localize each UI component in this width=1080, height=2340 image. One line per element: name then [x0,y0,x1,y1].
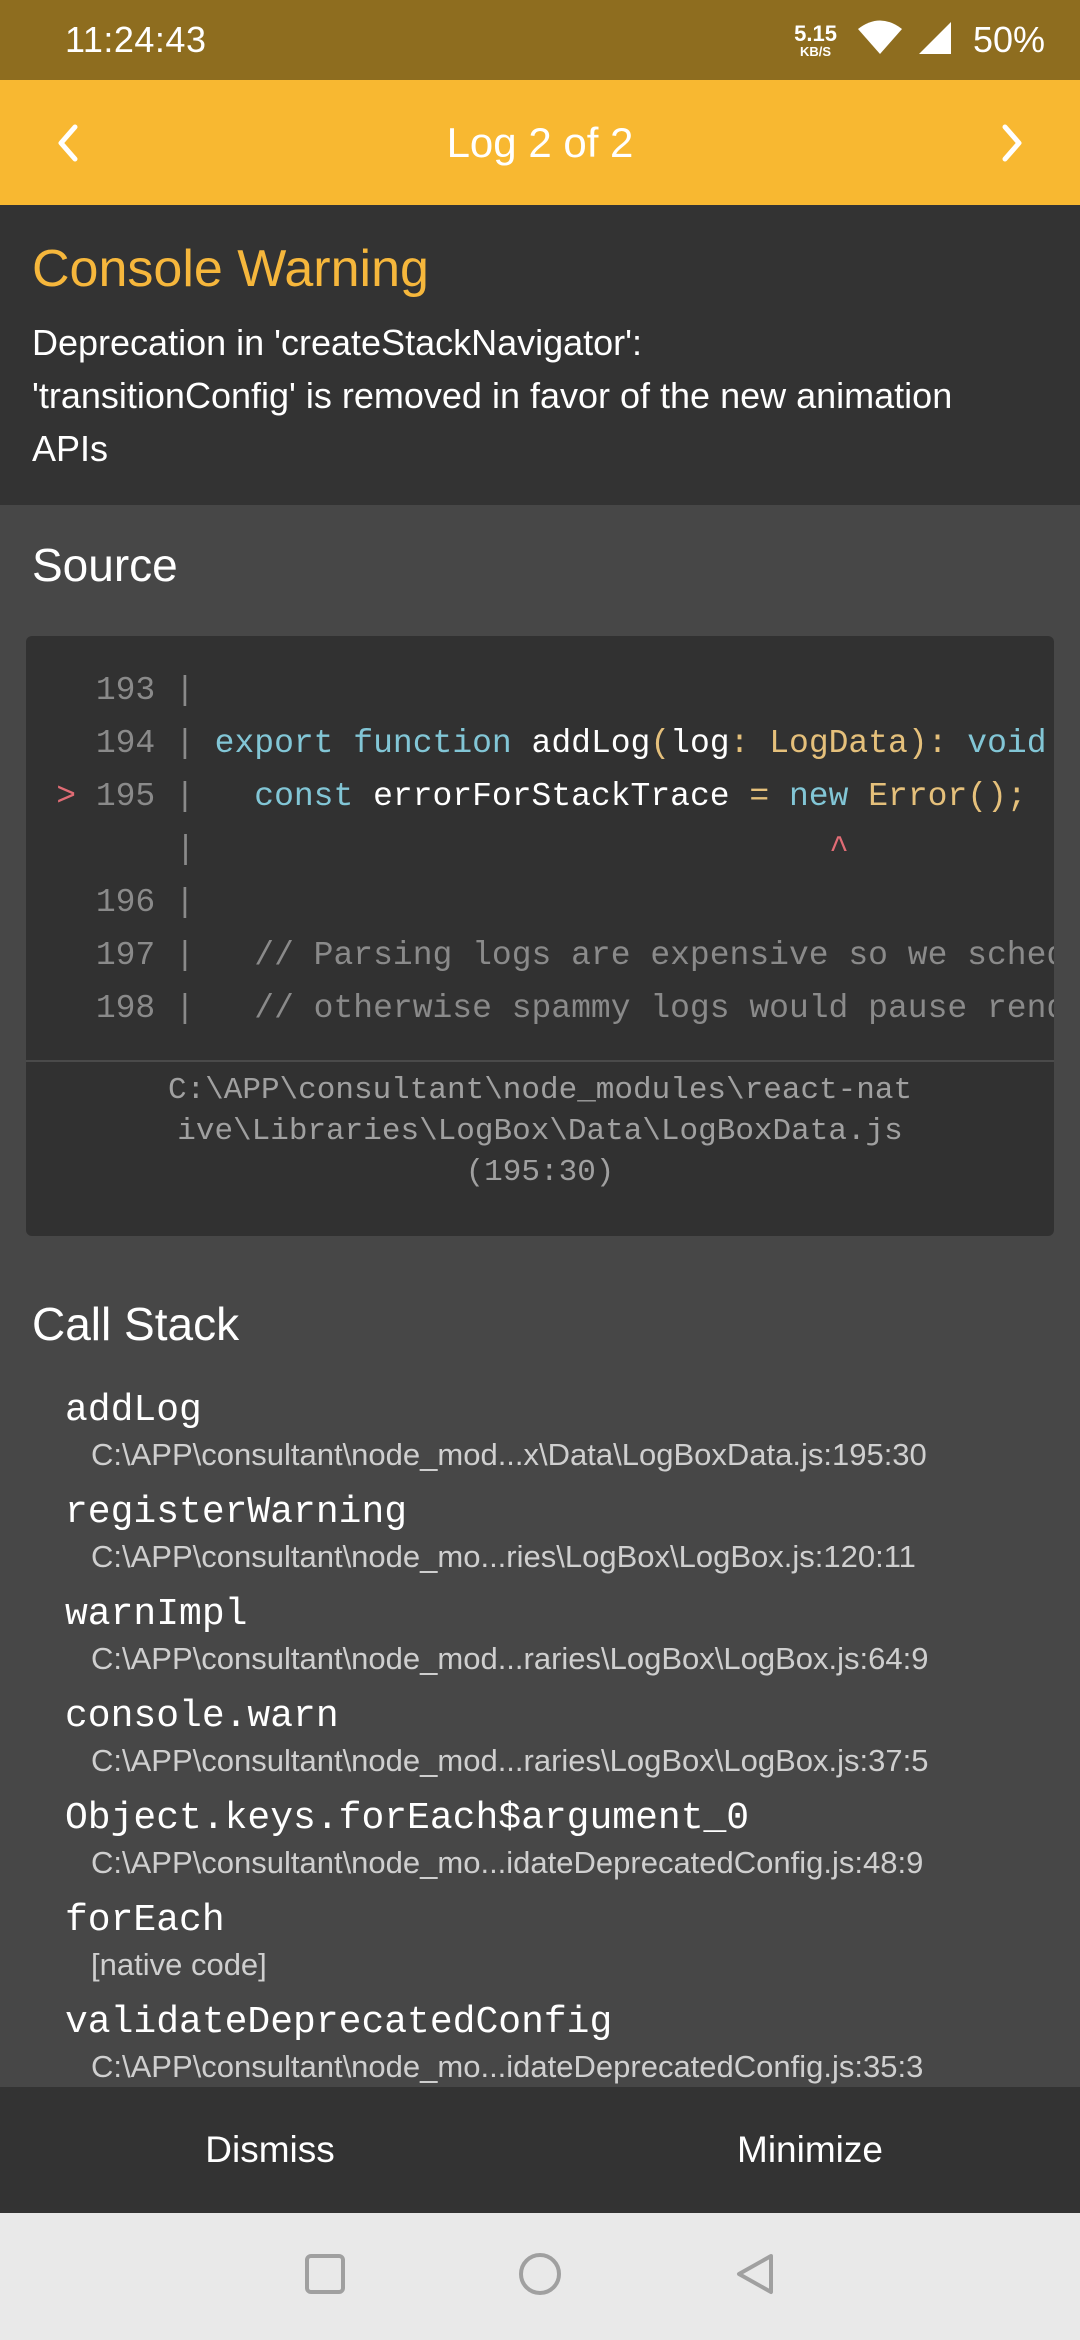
recents-button[interactable] [303,2252,347,2301]
home-button[interactable] [517,2251,563,2302]
frame-location: C:\APP\consultant\node_mo...ries\LogBox\… [91,1539,916,1574]
net-speed: 5.15 KB/S [794,20,837,59]
frame-function: console.warn [65,1695,339,1738]
source-path-line: C:\APP\consultant\node_modules\react-nat [167,1073,913,1108]
frame-function: warnImpl [65,1593,248,1636]
stack-frame[interactable]: registerWarning C:\APP\consultant\node_m… [0,1487,1080,1589]
call-stack-list[interactable]: addLog C:\APP\consultant\node_mod...x\Da… [0,1385,1080,2085]
signal-icon [917,20,953,61]
previous-log-button[interactable] [8,80,128,205]
stack-frame[interactable]: Object.keys.forEach$argument_0 C:\APP\co… [0,1793,1080,1895]
source-path-line: (195:30) [465,1155,615,1190]
status-time: 11:24:43 [65,19,207,60]
stack-frame[interactable]: forEach [native code] [0,1895,1080,1997]
line-code: const errorForStackTrace = new Error(); [254,778,1027,815]
source-code-frame[interactable]: 193 | 194 | export function addLog(log: … [26,636,1054,1236]
code-divider [26,1060,1054,1062]
frame-location: C:\APP\consultant\node_mo...idateDepreca… [91,2049,924,2084]
code-line: 197 | // Parsing logs are expensive so w… [26,929,1054,982]
log-header: Log 2 of 2 [0,80,1080,205]
frame-location: C:\APP\consultant\node_mod...raries\LogB… [91,1743,929,1778]
chevron-right-icon [1002,124,1022,161]
system-nav-bar [0,2213,1080,2340]
stack-frame[interactable]: validateDeprecatedConfig C:\APP\consulta… [0,1997,1080,2085]
source-file-path[interactable]: C:\APP\consultant\node_modules\react-nat… [26,1070,1054,1193]
triangle-back-icon [737,2254,773,2294]
code-line: 196 | [95,884,215,921]
warning-message: Deprecation in 'createStackNavigator': '… [32,316,1048,475]
source-section-title: Source [32,539,178,591]
frame-location: [native code] [91,1947,267,1982]
warning-title: Console Warning [32,240,429,298]
code-line: 198 | // otherwise spammy logs would pau… [26,982,1054,1035]
dismiss-button[interactable]: Dismiss [0,2087,540,2213]
line-number: 193 [95,672,156,709]
line-number: 198 [95,990,156,1027]
stack-frame[interactable]: addLog C:\APP\consultant\node_mod...x\Da… [0,1385,1080,1487]
line-number: 197 [95,937,156,974]
wifi-icon [857,20,903,61]
status-icons: 5.15 KB/S 50% [794,19,1045,61]
line-marker: > [56,778,76,815]
code-line: > 195 | const errorForStackTrace = new E… [26,770,1054,823]
code-line: 193 | [95,672,215,709]
battery-level: 50% [972,19,1045,60]
source-path-line: ive\Libraries\LogBox\Data\LogBoxData.js [177,1114,903,1149]
back-button[interactable] [733,2252,777,2301]
stack-frame[interactable]: console.warn C:\APP\consultant\node_mod.… [0,1691,1080,1793]
log-counter-title: Log 2 of 2 [446,118,634,166]
action-bar: Dismiss Minimize [0,2087,1080,2213]
line-code: // Parsing logs are expensive so we sche… [214,937,1054,974]
minimize-button[interactable]: Minimize [540,2087,1080,2213]
stack-frame[interactable]: warnImpl C:\APP\consultant\node_mod...ra… [0,1589,1080,1691]
warning-message-line: APIs [32,428,109,470]
warning-panel: Console Warning Deprecation in 'createSt… [0,205,1080,505]
net-speed-value: 5.15 [794,20,837,46]
warning-message-line: 'transitionConfig' is removed in favor o… [32,375,953,417]
line-number: 195 [95,778,156,815]
warning-message-line: Deprecation in 'createStackNavigator': [32,322,643,364]
line-number: 196 [95,884,156,921]
frame-function: Object.keys.forEach$argument_0 [65,1797,750,1840]
chevron-left-icon [58,124,78,161]
net-speed-unit: KB/S [799,43,832,59]
line-number: 194 [95,725,156,762]
line-code: ^ [215,831,849,868]
frame-location: C:\APP\consultant\node_mod...raries\LogB… [91,1641,929,1676]
next-log-button[interactable] [952,80,1072,205]
line-code: // otherwise spammy logs would pause ren… [254,990,1054,1027]
status-bar: 11:24:43 5.15 KB/S 50% [0,0,1080,80]
line-code: export function addLog(log: LogData): vo… [214,725,1047,762]
frame-function: registerWarning [65,1491,408,1534]
frame-function: forEach [65,1899,225,1942]
frame-location: C:\APP\consultant\node_mod...x\Data\LogB… [91,1437,927,1472]
code-lines: 193 | 194 | export function addLog(log: … [26,664,1054,1124]
circle-icon [519,2253,561,2295]
square-icon [305,2254,345,2294]
frame-location: C:\APP\consultant\node_mo...idateDepreca… [91,1845,924,1880]
code-line: 194 | export function addLog(log: LogDat… [26,717,1054,770]
frame-function: addLog [65,1389,202,1432]
call-stack-title: Call Stack [32,1298,240,1350]
code-line: | ^ [155,831,849,868]
frame-function: validateDeprecatedConfig [65,2001,613,2044]
